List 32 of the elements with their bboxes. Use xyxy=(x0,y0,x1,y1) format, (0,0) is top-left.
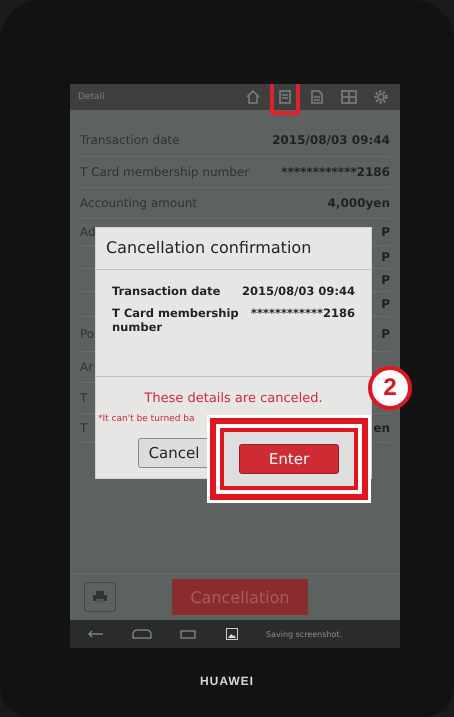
grid-icon[interactable] xyxy=(341,90,357,104)
detail-value: ************2186 xyxy=(250,306,355,322)
cancel-button[interactable]: Cancel xyxy=(138,438,210,468)
field-value: P xyxy=(381,297,390,311)
detail-label: Transaction date xyxy=(112,284,222,298)
field-value: P xyxy=(381,327,390,341)
print-button[interactable] xyxy=(84,582,116,612)
printer-icon xyxy=(92,590,108,604)
field-value: P xyxy=(381,225,390,239)
cancel-message: These details are canceled. xyxy=(143,390,324,408)
field-value: 4,000yen xyxy=(328,196,390,210)
settings-icon[interactable] xyxy=(374,90,388,104)
field-value: en xyxy=(373,421,390,435)
field-value: ************2186 xyxy=(281,165,390,179)
notification-text: Saving screenshot. xyxy=(266,630,342,638)
home-icon[interactable] xyxy=(132,629,152,639)
warning-text: *It can't be turned ba xyxy=(97,414,196,424)
field-value: 2015/08/03 09:44 xyxy=(272,133,390,147)
receipt-icon[interactable] xyxy=(279,90,291,104)
brand-logo: HUAWEI xyxy=(200,674,254,688)
recent-apps-icon[interactable] xyxy=(180,629,198,639)
image-icon xyxy=(226,628,238,640)
detail-label: T Card membership number xyxy=(112,306,240,334)
document-icon[interactable] xyxy=(311,90,323,104)
field-value: P xyxy=(381,250,390,264)
dialog-title: Cancellation confirmation xyxy=(96,228,371,270)
detail-value: 2015/08/03 09:44 xyxy=(242,284,355,298)
enter-button[interactable]: Enter xyxy=(239,444,339,474)
screen-title: Detail xyxy=(78,92,106,102)
field-value: P xyxy=(381,273,390,287)
home-icon[interactable] xyxy=(246,90,260,104)
back-icon[interactable] xyxy=(88,629,104,639)
